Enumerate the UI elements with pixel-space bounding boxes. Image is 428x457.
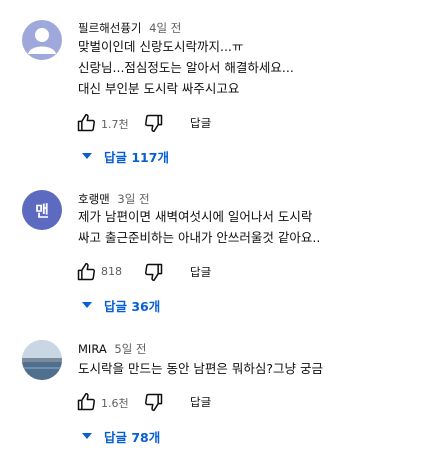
- person-icon: [28, 28, 56, 54]
- comment-author[interactable]: 호랭맨: [78, 192, 110, 206]
- like-count: 1.6천: [101, 397, 129, 410]
- thumb-up-icon[interactable]: [76, 113, 96, 133]
- thumb-down-icon[interactable]: [144, 262, 164, 282]
- view-replies-button[interactable]: 답글 36개: [82, 295, 160, 315]
- reply-button[interactable]: 답글: [190, 394, 211, 410]
- caret-down-icon: [82, 302, 92, 308]
- comment-author[interactable]: MIRA: [78, 342, 107, 356]
- replies-count-label: 답글 117개: [104, 149, 169, 165]
- comment-actions: 1.7천 답글: [74, 111, 374, 135]
- comment-line: 제가 남편이면 새벽여섯시에 일어나서 도시락: [78, 209, 313, 224]
- view-replies-button[interactable]: 답글 78개: [82, 426, 160, 446]
- comment-line: 신랑님...점심정도는 알아서 해결하세요...: [78, 60, 294, 75]
- comment-author[interactable]: 필르해선퓽기: [78, 21, 141, 35]
- view-replies-button[interactable]: 답글 117개: [82, 146, 169, 166]
- thumb-down-icon[interactable]: [144, 392, 164, 412]
- replies-count-label: 답글 36개: [104, 298, 161, 314]
- comment-time[interactable]: 4일 전: [149, 21, 181, 35]
- comment-text: 도시락을 만드는 동안 남편은 뭐하심?그냥 궁금: [78, 358, 323, 379]
- caret-down-icon: [82, 153, 92, 159]
- comment-time[interactable]: 5일 전: [114, 342, 146, 356]
- reply-button[interactable]: 답글: [190, 115, 211, 131]
- landscape-photo-icon: [22, 340, 62, 380]
- avatar-letter[interactable]: 맨: [22, 190, 62, 230]
- replies-count-label: 답글 78개: [104, 429, 161, 445]
- avatar-photo[interactable]: [22, 340, 62, 380]
- thumb-down-icon[interactable]: [144, 113, 164, 133]
- comment-line: 대신 부인분 도시락 싸주시고요: [78, 81, 240, 96]
- comment-header: MIRA 5일 전: [78, 341, 147, 357]
- like-count: 1.7천: [101, 118, 129, 131]
- reply-button[interactable]: 답글: [190, 264, 211, 280]
- caret-down-icon: [82, 433, 92, 439]
- like-count: 818: [101, 265, 122, 278]
- comment-line: 싸고 출근준비하는 아내가 안쓰러울것 같아요..: [78, 230, 321, 245]
- comment-text: 제가 남편이면 새벽여섯시에 일어나서 도시락 싸고 출근준비하는 아내가 안쓰…: [78, 206, 320, 248]
- comment-text: 맞벌이인데 신랑도시락까지...ㅠ 신랑님...점심정도는 알아서 해결하세요.…: [78, 36, 294, 99]
- thumb-up-icon[interactable]: [76, 392, 96, 412]
- comment-header: 호랭맨 3일 전: [78, 191, 150, 207]
- thumb-up-icon[interactable]: [76, 262, 96, 282]
- comment-header: 필르해선퓽기 4일 전: [78, 20, 181, 36]
- comment-actions: 818 답글: [74, 260, 374, 284]
- comment-line: 도시락을 만드는 동안 남편은 뭐하심?그냥 궁금: [78, 361, 324, 376]
- comment-line: 맞벌이인데 신랑도시락까지...ㅠ: [78, 39, 244, 54]
- comment-actions: 1.6천 답글: [74, 390, 374, 414]
- comment-time[interactable]: 3일 전: [117, 192, 149, 206]
- avatar-default[interactable]: [22, 20, 62, 60]
